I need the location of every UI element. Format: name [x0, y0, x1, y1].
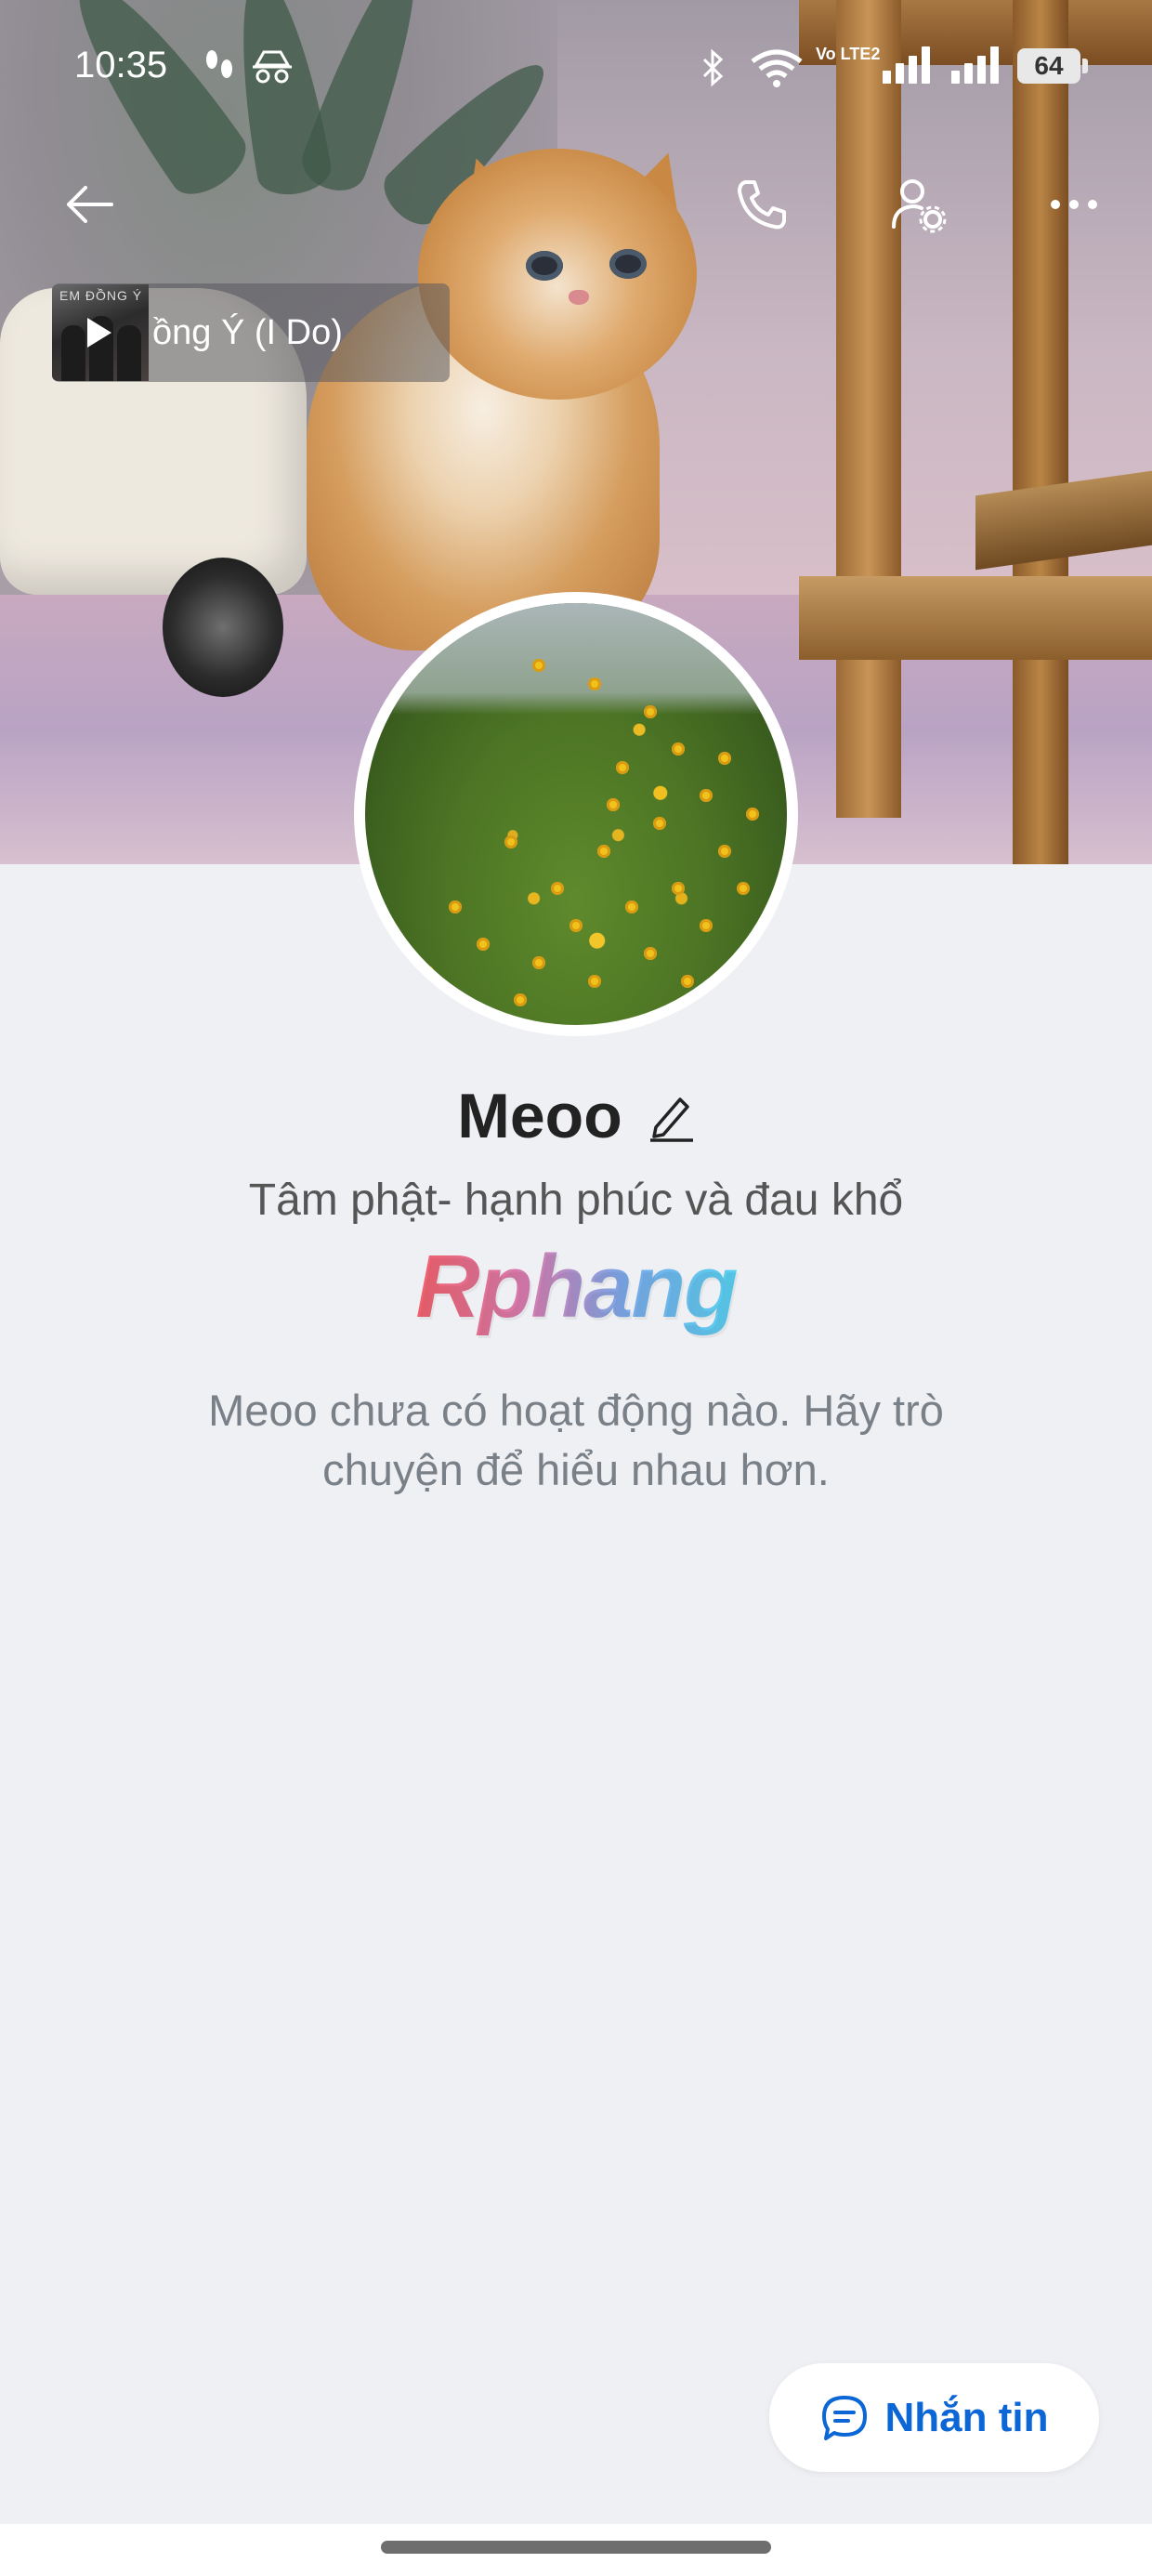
arrow-left-icon	[67, 186, 113, 223]
phone-icon	[738, 180, 786, 230]
status-time: 10:35	[74, 45, 168, 85]
chat-bubble-icon	[821, 2395, 867, 2440]
profile-name: Meoo	[457, 1081, 622, 1151]
more-button[interactable]	[1037, 167, 1111, 242]
music-album-text: EM ĐỒNG Ý	[59, 288, 143, 303]
avatar[interactable]	[354, 592, 798, 1036]
message-button-label: Nhắn tin	[884, 2394, 1049, 2440]
music-title: ồng Ý (I Do)	[152, 312, 343, 352]
wifi-icon	[749, 48, 805, 98]
profile-music-chip[interactable]: EM ĐỒNG Ý ồng Ý (I Do)	[52, 283, 450, 382]
empty-activity-message: Meoo chưa có hoạt động nào. Hãy trò chuy…	[208, 1386, 944, 1494]
bluetooth-icon	[699, 48, 727, 96]
edit-pencil-icon[interactable]	[648, 1090, 695, 1142]
signal-icon	[883, 46, 935, 84]
more-horizontal-icon	[1051, 200, 1097, 209]
avatar-image	[365, 603, 787, 1025]
cover-kitten-nose	[569, 290, 589, 305]
cover-scooter-wheel	[163, 558, 283, 697]
cover-kitten-eye	[526, 251, 563, 281]
message-button[interactable]: Nhắn tin	[769, 2363, 1099, 2472]
profile-badge-text: Rphang	[415, 1237, 738, 1336]
music-album-thumb: EM ĐỒNG Ý	[52, 284, 149, 381]
footsteps-icon	[201, 48, 238, 94]
battery-indicator: 64	[1017, 48, 1088, 84]
status-bar: 10:35 Vo LTE2 64	[0, 0, 1152, 139]
back-button[interactable]	[52, 167, 126, 242]
play-icon[interactable]	[87, 318, 111, 348]
incognito-icon	[251, 48, 294, 94]
profile-badge-logo: Rphang	[0, 1236, 1152, 1338]
call-button[interactable]	[725, 167, 799, 242]
profile-bio: Tâm phật- hạnh phúc và đau khổ	[248, 1176, 904, 1225]
cover-kitten-eye	[609, 249, 647, 279]
user-settings-icon	[892, 179, 947, 233]
profile-settings-button[interactable]	[881, 167, 955, 242]
signal-icon	[951, 46, 1003, 84]
profile-name-row: Meoo	[0, 1080, 1152, 1152]
volte-indicator: Vo LTE2	[816, 45, 881, 63]
home-indicator[interactable]	[381, 2541, 771, 2554]
battery-level: 64	[1034, 51, 1064, 80]
